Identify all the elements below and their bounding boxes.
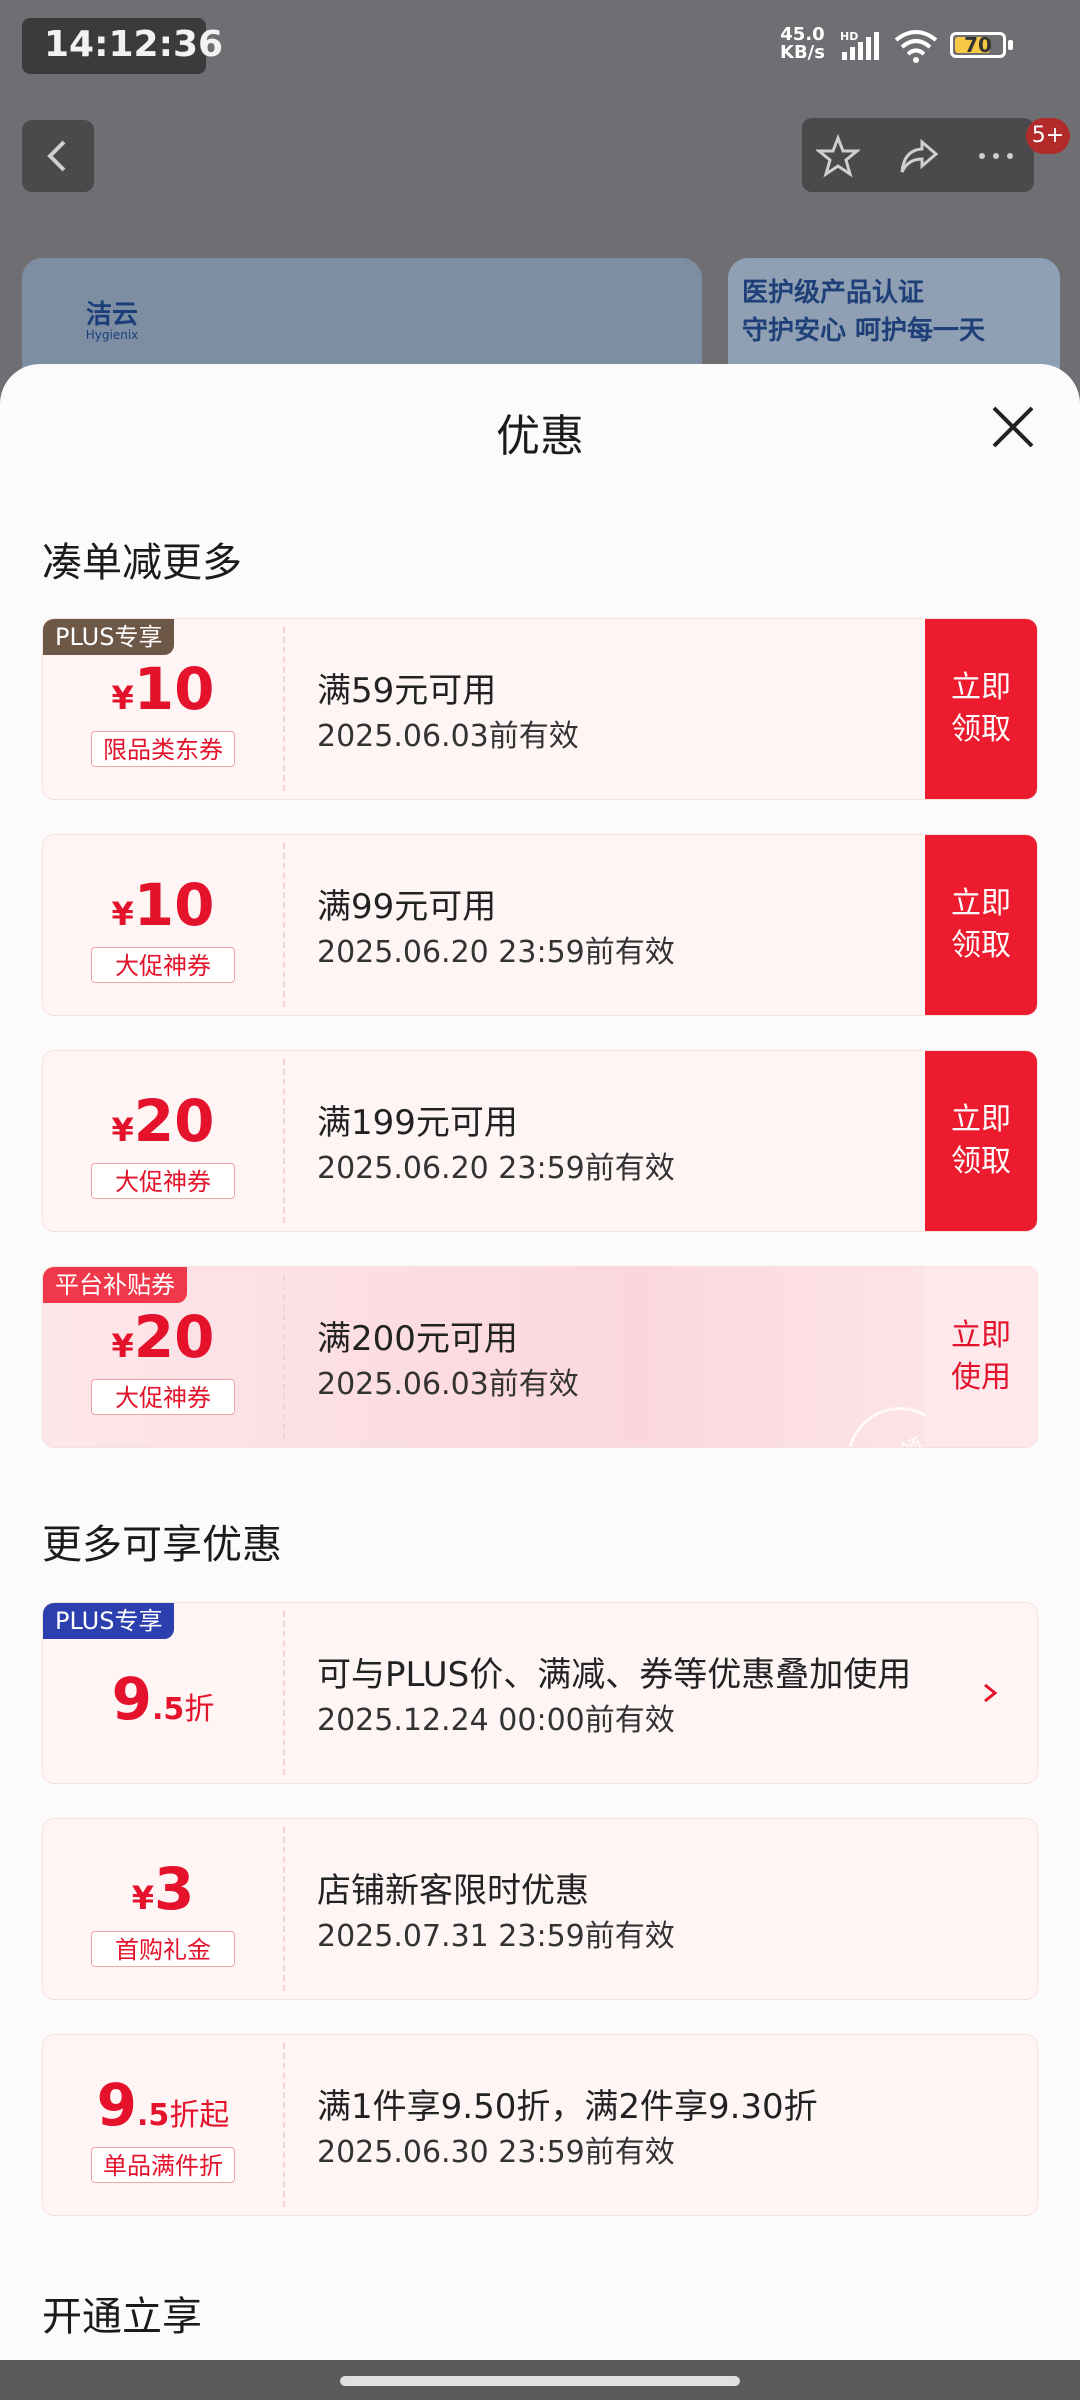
back-button[interactable] (22, 120, 94, 192)
signal-icon: HD (840, 30, 879, 60)
offer-card[interactable]: PLUS专享 9.5折 可与PLUS价、满减、券等优惠叠加使用 2025.12.… (42, 1602, 1038, 1784)
coupon-card: ¥20 大促神券 满199元可用 2025.06.20 23:59前有效 立即领… (42, 1050, 1038, 1232)
claim-button[interactable]: 立即领取 (925, 619, 1037, 799)
chevron-left-icon (47, 140, 66, 172)
section-title-more-offers: 更多可享优惠 (42, 1522, 282, 1568)
share-icon[interactable] (896, 134, 940, 178)
offer-discount: 9.5折起 (96, 2071, 230, 2139)
coupon-amount: ¥20 (111, 1087, 215, 1155)
banner-line-2: 守护安心 呵护每一天 (742, 316, 986, 346)
coupon-condition: 满99元可用 (317, 887, 497, 927)
coupon-card-claimed: 平台补贴券 ¥20 大促神券 满200元可用 2025.06.03前有效 已领 … (42, 1266, 1038, 1448)
coupon-expiry: 2025.06.20 23:59前有效 (317, 1151, 675, 1186)
section-title-bundle: 凑单减更多 (42, 540, 242, 586)
offer-card: 9.5折起 单品满件折 满1件享9.50折，满2件享9.30折 2025.06.… (42, 2034, 1038, 2216)
net-speed-unit: KB/s (780, 42, 825, 63)
offer-description: 可与PLUS价、满减、券等优惠叠加使用 (317, 1655, 912, 1695)
top-actions (802, 118, 1034, 192)
brand-logo-sub: Hygienix (85, 328, 139, 342)
net-speed: 45.0 KB/s (780, 26, 825, 62)
claim-button[interactable]: 立即领取 (925, 835, 1037, 1015)
certification-text: 医护级产品认证 守护安心 呵护每一天 (742, 274, 985, 350)
banner-line-1: 医护级产品认证 (742, 278, 925, 308)
offer-discount: 9.5折 (111, 1665, 215, 1733)
home-indicator[interactable] (340, 2376, 740, 2386)
chevron-right-icon[interactable] (981, 1675, 1001, 1711)
coupon-type-tag: 大促神券 (91, 947, 235, 983)
status-bar: 14:12:36 45.0 KB/s HD 70 (0, 0, 1080, 90)
coupon-expiry: 2025.06.20 23:59前有效 (317, 935, 675, 970)
brand-logo-text: 洁云 (85, 300, 138, 330)
offer-expiry: 2025.07.31 23:59前有效 (317, 1919, 675, 1954)
offer-description: 店铺新客限时优惠 (317, 1871, 589, 1911)
clock: 14:12:36 (44, 24, 224, 65)
more-icon[interactable] (974, 134, 1018, 178)
sheet-title: 优惠 (496, 411, 584, 462)
offer-expiry: 2025.06.30 23:59前有效 (317, 2135, 675, 2170)
battery-tip (1008, 40, 1013, 50)
use-now-button[interactable]: 立即使用 (925, 1267, 1037, 1447)
coupon-type-tag: 大促神券 (91, 1163, 235, 1199)
coupon-condition: 满199元可用 (317, 1103, 518, 1143)
battery-level: 70 (964, 33, 992, 57)
offer-amount: ¥3 (131, 1855, 195, 1923)
section-title-open-now: 开通立享 (42, 2294, 202, 2340)
coupon-card: PLUS专享 ¥10 限品类东券 满59元可用 2025.06.03前有效 立即… (42, 618, 1038, 800)
coupon-amount: ¥20 (111, 1303, 215, 1371)
coupon-condition: 满200元可用 (317, 1319, 518, 1359)
coupon-amount: ¥10 (111, 871, 215, 939)
coupon-type-tag: 大促神券 (91, 1379, 235, 1415)
coupon-type-tag: 限品类东券 (91, 731, 235, 767)
coupon-expiry: 2025.06.03前有效 (317, 1367, 579, 1402)
offer-type-tag: 单品满件折 (91, 2147, 235, 2183)
wifi-icon (894, 30, 938, 63)
close-icon[interactable] (990, 404, 1036, 450)
coupon-amount: ¥10 (111, 655, 215, 723)
star-icon[interactable] (816, 134, 860, 178)
battery-icon: 70 (950, 32, 1006, 58)
coupon-condition: 满59元可用 (317, 671, 497, 711)
notification-badge: 5+ (1026, 118, 1070, 154)
coupon-card: ¥10 大促神券 满99元可用 2025.06.20 23:59前有效 立即领取 (42, 834, 1038, 1016)
promotions-sheet: 优惠 凑单减更多 PLUS专享 ¥10 限品类东券 满59元可用 2025.06… (0, 364, 1080, 2400)
brand-logo: 洁云 Hygienix (62, 274, 162, 346)
offer-description: 满1件享9.50折，满2件享9.30折 (317, 2087, 818, 2127)
offer-card: ¥3 首购礼金 店铺新客限时优惠 2025.07.31 23:59前有效 (42, 1818, 1038, 2000)
coupon-expiry: 2025.06.03前有效 (317, 719, 579, 754)
network-type: HD (840, 30, 858, 43)
offer-expiry: 2025.12.24 00:00前有效 (317, 1703, 675, 1738)
offer-type-tag: 首购礼金 (91, 1931, 235, 1967)
claim-button[interactable]: 立即领取 (925, 1051, 1037, 1231)
